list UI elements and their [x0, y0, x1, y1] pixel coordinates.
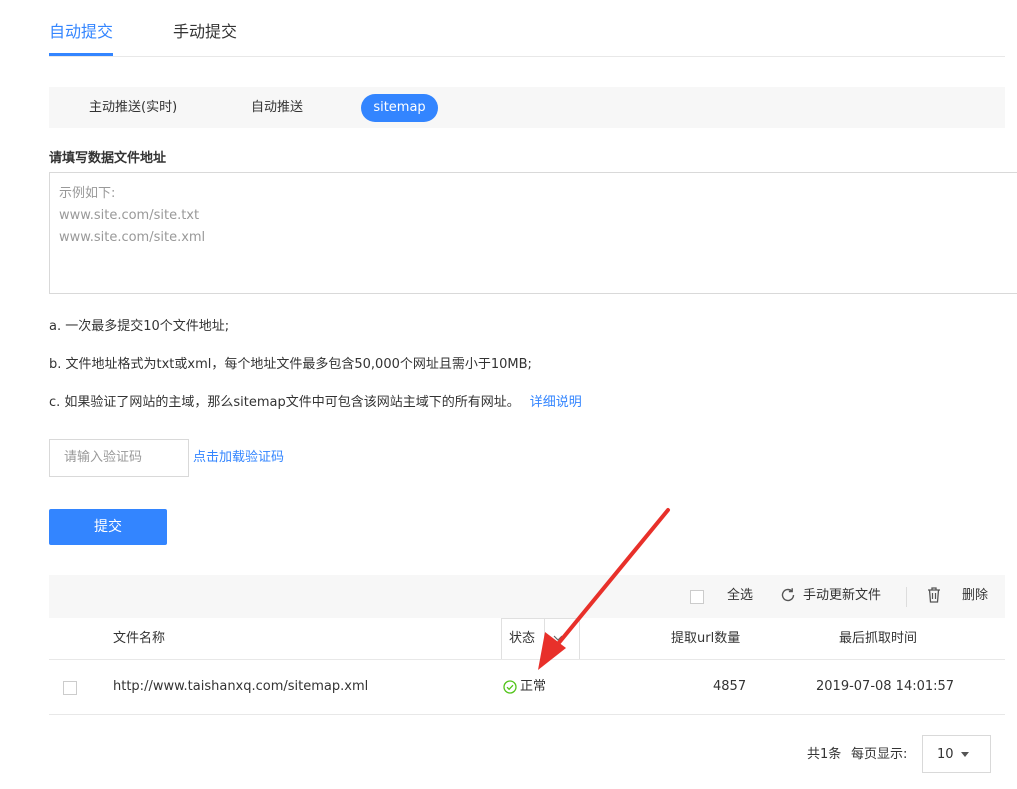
- refresh-icon[interactable]: [779, 586, 797, 604]
- subtab-auto-push[interactable]: 自动推送: [251, 94, 303, 122]
- tab-auto-submit[interactable]: 自动提交: [49, 20, 113, 44]
- per-page-label: 每页显示:: [851, 747, 908, 762]
- header-status[interactable]: 状态: [509, 630, 535, 648]
- note-b: b. 文件地址格式为txt或xml，每个地址文件最多包含50,000个网址且需小…: [49, 357, 532, 372]
- table-toolbar: 全选 手动更新文件 删除: [49, 575, 1005, 618]
- caret-down-icon: [961, 752, 969, 757]
- row-last-crawl: 2019-07-08 14:01:57: [816, 679, 955, 694]
- captcha-input[interactable]: 请输入验证码: [49, 439, 189, 477]
- load-captcha-link[interactable]: 点击加载验证码: [193, 449, 284, 467]
- active-tab-indicator: [49, 53, 113, 56]
- table-row: http://www.taishanxq.com/sitemap.xml 正常 …: [49, 660, 1005, 715]
- filter-dropdown-icon[interactable]: [553, 633, 563, 643]
- detail-link[interactable]: 详细说明: [530, 395, 582, 410]
- select-all-checkbox[interactable]: [690, 590, 704, 604]
- select-all-label[interactable]: 全选: [727, 587, 753, 605]
- sitemap-url-textarea[interactable]: 示例如下: www.site.com/site.txt www.site.com…: [49, 172, 1017, 294]
- per-page-select[interactable]: 10: [922, 735, 991, 773]
- check-circle-icon: [503, 680, 517, 694]
- note-c-text: c. 如果验证了网站的主域，那么sitemap文件中可包含该网站主域下的所有网址…: [49, 395, 520, 410]
- row-checkbox[interactable]: [63, 681, 77, 695]
- per-page-value: 10: [937, 747, 954, 762]
- table-header: 文件名称 状态 提取url数量 最后抓取时间: [49, 618, 1005, 660]
- placeholder-line: www.site.com/site.txt: [59, 208, 200, 223]
- status-filter-divider: [544, 618, 545, 659]
- placeholder-line: 示例如下:: [59, 186, 116, 201]
- row-url-count: 4857: [713, 679, 747, 694]
- top-tabs: 自动提交 手动提交: [49, 0, 1005, 57]
- tab-manual-submit[interactable]: 手动提交: [173, 20, 237, 44]
- delete-button[interactable]: 删除: [962, 587, 988, 605]
- subtab-sitemap[interactable]: sitemap: [361, 94, 438, 122]
- url-field-label: 请填写数据文件地址: [49, 151, 167, 166]
- header-file-name: 文件名称: [113, 631, 166, 646]
- sub-tabs: 主动推送(实时) 自动推送 sitemap: [49, 87, 1005, 128]
- trash-icon[interactable]: [926, 586, 942, 604]
- toolbar-divider: [906, 587, 907, 607]
- refresh-files-button[interactable]: 手动更新文件: [803, 587, 881, 605]
- subtab-realtime-push[interactable]: 主动推送(实时): [89, 94, 177, 122]
- note-a: a. 一次最多提交10个文件地址;: [49, 319, 230, 334]
- submit-button[interactable]: 提交: [49, 509, 167, 545]
- pager-total: 共1条: [807, 747, 842, 762]
- row-status: 正常: [520, 679, 547, 694]
- placeholder-line: www.site.com/site.xml: [59, 230, 206, 245]
- note-c: c. 如果验证了网站的主域，那么sitemap文件中可包含该网站主域下的所有网址…: [49, 394, 582, 412]
- header-url-count: 提取url数量: [671, 631, 741, 646]
- row-file-url: http://www.taishanxq.com/sitemap.xml: [113, 679, 369, 694]
- header-last-crawl: 最后抓取时间: [839, 631, 918, 646]
